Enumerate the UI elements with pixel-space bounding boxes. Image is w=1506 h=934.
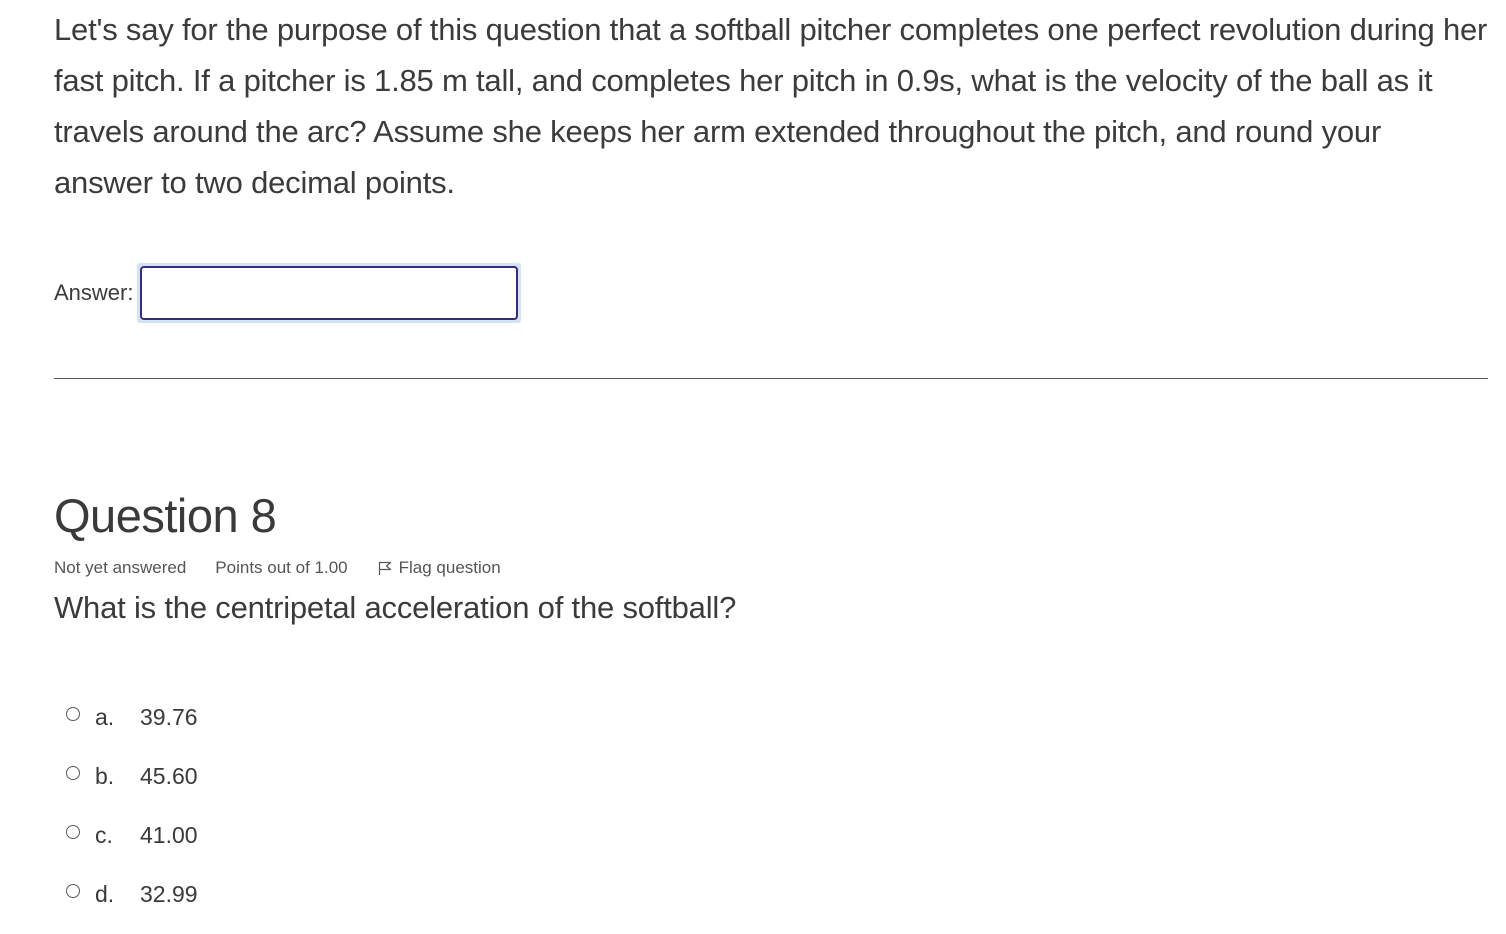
option-a-letter: a. <box>95 704 115 730</box>
flag-icon <box>377 560 393 576</box>
option-d-radio[interactable] <box>66 883 80 898</box>
option-c-letter: c. <box>95 822 113 848</box>
option-c-value: 41.00 <box>140 822 198 848</box>
option-c-radio[interactable] <box>66 824 80 839</box>
question-divider <box>54 378 1488 379</box>
answer-row: Answer: <box>54 263 522 323</box>
question-info: Not yet answered Points out of 1.00 Flag… <box>54 558 501 578</box>
option-a-value: 39.76 <box>140 704 198 730</box>
option-b[interactable]: b. 45.60 <box>66 747 198 806</box>
option-d[interactable]: d. 32.99 <box>66 865 198 924</box>
question-status: Not yet answered <box>54 558 187 577</box>
quiz-page: Let's say for the purpose of this questi… <box>54 0 1488 907</box>
question-points: Points out of 1.00 <box>215 558 348 577</box>
answer-options: a. 39.76 b. 45.60 c. 41.00 d. 32.99 <box>66 688 198 924</box>
answer-focus-ring <box>137 263 522 323</box>
answer-input[interactable] <box>140 266 519 320</box>
flag-question-label: Flag question <box>398 558 501 577</box>
option-b-value: 45.60 <box>140 763 198 789</box>
question-text: What is the centripetal acceleration of … <box>54 590 737 625</box>
option-b-letter: b. <box>95 763 115 789</box>
question-heading: Question 8 <box>54 489 277 542</box>
option-a[interactable]: a. 39.76 <box>66 688 198 747</box>
option-a-radio[interactable] <box>66 706 80 721</box>
answer-label: Answer: <box>54 280 134 305</box>
option-c[interactable]: c. 41.00 <box>66 806 198 865</box>
option-b-radio[interactable] <box>66 765 80 780</box>
option-d-letter: d. <box>95 881 115 907</box>
option-d-value: 32.99 <box>140 881 198 907</box>
flag-question-link[interactable]: Flag question <box>377 558 501 578</box>
previous-question-text: Let's say for the purpose of this questi… <box>54 12 1488 200</box>
